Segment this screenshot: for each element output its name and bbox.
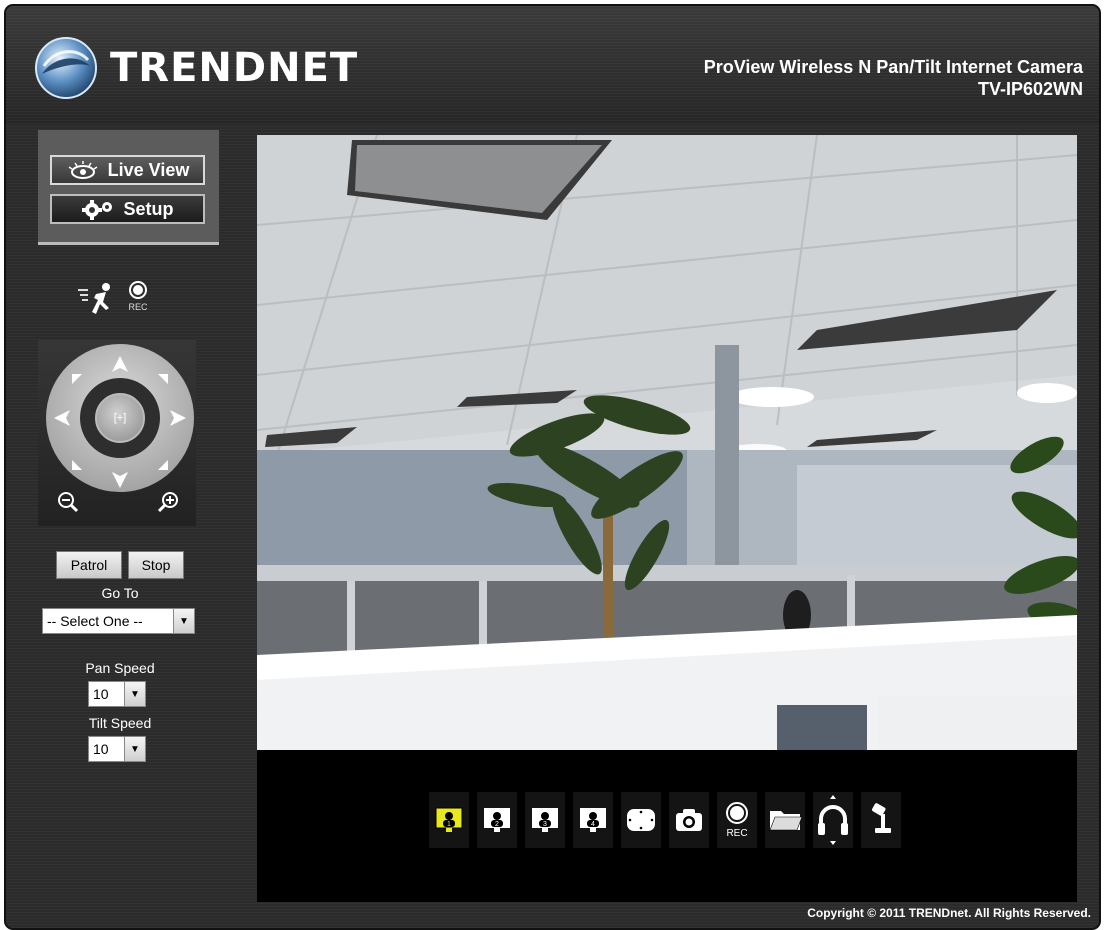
goto-selected-value: -- Select One -- [47, 613, 143, 629]
pan-up-right-icon[interactable] [158, 374, 168, 384]
zoom-in-icon[interactable] [156, 490, 180, 514]
stop-button[interactable]: Stop [128, 551, 184, 579]
pan-speed-value: 10 [93, 686, 109, 702]
chevron-down-icon: ▼ [124, 682, 145, 706]
product-name: ProView Wireless N Pan/Tilt Internet Cam… [703, 57, 1083, 77]
goto-preset-select[interactable]: -- Select One -- ▼ [42, 608, 195, 634]
record-icon: REC [726, 802, 748, 839]
product-model: TV-IP602WN [977, 79, 1083, 99]
gears-icon [82, 200, 113, 220]
camera-icon [676, 809, 702, 831]
folder-button[interactable] [765, 792, 805, 848]
tilt-speed-label: Tilt Speed [88, 715, 152, 731]
product-title: ProView Wireless N Pan/Tilt Internet Cam… [704, 56, 1083, 100]
goto-label: Go To [101, 585, 139, 601]
live-video-feed[interactable] [257, 135, 1077, 750]
pan-left-icon[interactable] [52, 408, 72, 428]
fullscreen-button[interactable] [621, 792, 661, 848]
pan-right-icon[interactable] [168, 408, 188, 428]
record-button[interactable]: REC [717, 792, 757, 848]
chevron-down-icon: ▼ [173, 609, 194, 633]
copyright: Copyright © 2011 TRENDnet. All Rights Re… [807, 906, 1091, 920]
brand-name: TRENDNET [110, 45, 359, 91]
record-icon [129, 281, 147, 299]
audio-talk-button[interactable] [861, 792, 901, 848]
pan-speed-select[interactable]: 10 ▼ [88, 681, 146, 707]
folder-icon [769, 811, 803, 831]
headphones-icon [818, 795, 848, 845]
pan-down-left-icon[interactable] [72, 460, 82, 470]
tilt-speed-value: 10 [93, 741, 109, 757]
ptz-home-button[interactable]: [+] [95, 393, 145, 443]
pan-up-left-icon[interactable] [72, 374, 82, 384]
microphone-icon [872, 803, 891, 833]
view-2-button[interactable]: 2 [477, 792, 517, 848]
live-view-button[interactable]: Live View [50, 155, 205, 185]
pan-down-icon[interactable] [110, 470, 130, 490]
pan-up-icon[interactable] [110, 354, 130, 374]
live-view-label: Live View [107, 159, 190, 180]
pan-down-right-icon[interactable] [158, 460, 168, 470]
view-4-button[interactable]: 4 [573, 792, 613, 848]
snapshot-button[interactable] [669, 792, 709, 848]
quick-record-button[interactable]: REC [124, 280, 152, 312]
logo-globe-icon [35, 37, 97, 99]
audio-listen-button[interactable] [813, 792, 853, 848]
view-4-icon: 4 [580, 808, 606, 832]
view-1-button[interactable]: 1 [429, 792, 469, 848]
eye-icon [68, 161, 98, 179]
trendnet-logo: TRENDNET [34, 36, 358, 100]
setup-button[interactable]: Setup [50, 194, 205, 224]
nav-panel: Live View Setup [38, 130, 219, 245]
record-label: REC [726, 828, 747, 839]
zoom-out-icon[interactable] [56, 490, 80, 514]
view-number-label: 4 [591, 821, 595, 828]
view-3-icon: 3 [532, 808, 558, 832]
view-number-label: 1 [447, 821, 451, 828]
fullscreen-icon [627, 809, 655, 831]
rec-label: REC [128, 302, 148, 312]
tilt-speed-select[interactable]: 10 ▼ [88, 736, 146, 762]
quick-actions: REC [72, 280, 162, 320]
view-3-button[interactable]: 3 [525, 792, 565, 848]
view-2-icon: 2 [484, 808, 510, 832]
camera-image [257, 135, 1077, 750]
patrol-button[interactable]: Patrol [56, 551, 122, 579]
video-toolbar [257, 750, 1077, 902]
setup-label: Setup [123, 198, 174, 219]
chevron-down-icon: ▼ [124, 737, 145, 761]
view-1-icon: 1 [435, 807, 463, 832]
view-number-label: 2 [495, 821, 499, 828]
pan-speed-label: Pan Speed [85, 660, 155, 676]
view-number-label: 3 [543, 821, 547, 828]
header: TRENDNET ProView Wireless N Pan/Tilt Int… [6, 6, 1099, 124]
motion-detection-icon[interactable] [76, 282, 116, 316]
